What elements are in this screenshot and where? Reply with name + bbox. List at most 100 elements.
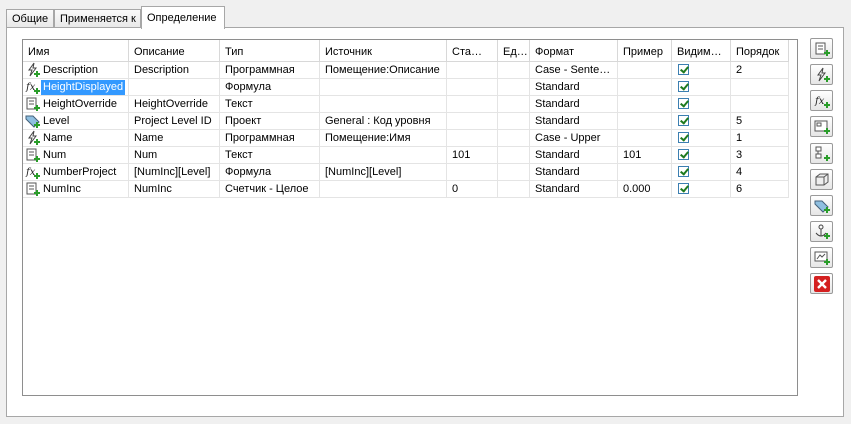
cell-type[interactable]: Счетчик - Целое bbox=[220, 181, 320, 198]
cell-format[interactable]: Standard bbox=[530, 147, 618, 164]
cell-source[interactable]: Помещение:Описание bbox=[320, 62, 447, 79]
delete-property-button[interactable] bbox=[810, 273, 833, 294]
cell-source[interactable] bbox=[320, 181, 447, 198]
cell-format[interactable]: Standard bbox=[530, 96, 618, 113]
cell-description[interactable] bbox=[129, 79, 220, 96]
cell-type[interactable]: Проект bbox=[220, 113, 320, 130]
cell-start[interactable] bbox=[447, 62, 498, 79]
cell-description[interactable]: Num bbox=[129, 147, 220, 164]
cell-order[interactable]: 4 bbox=[731, 164, 789, 181]
cell-name[interactable]: fx NumberProject bbox=[23, 164, 129, 181]
cell-source[interactable] bbox=[320, 96, 447, 113]
table-row[interactable]: Description Description Программная Помещен… bbox=[23, 62, 797, 79]
cell-source[interactable] bbox=[320, 147, 447, 164]
cell-format[interactable]: Standard bbox=[530, 79, 618, 96]
add-manual-property-button[interactable] bbox=[810, 38, 833, 59]
cell-type[interactable]: Текст bbox=[220, 96, 320, 113]
cell-description[interactable]: Name bbox=[129, 130, 220, 147]
cell-description[interactable]: NumInc bbox=[129, 181, 220, 198]
cell-name[interactable]: HeightOverride bbox=[23, 96, 129, 113]
property-name[interactable]: HeightDisplayed bbox=[41, 79, 126, 95]
cell-increment[interactable] bbox=[498, 113, 530, 130]
cell-order[interactable] bbox=[731, 96, 789, 113]
cell-type[interactable]: Программная bbox=[220, 62, 320, 79]
cell-increment[interactable] bbox=[498, 62, 530, 79]
cell-type[interactable]: Текст bbox=[220, 147, 320, 164]
cell-order[interactable]: 6 bbox=[731, 181, 789, 198]
visible-checkbox[interactable] bbox=[678, 166, 689, 177]
property-name[interactable]: Name bbox=[41, 131, 74, 146]
visible-checkbox[interactable] bbox=[678, 81, 689, 92]
table-row[interactable]: NumInc NumInc Счетчик - Целое 0 Standard 0.00… bbox=[23, 181, 797, 198]
cell-source[interactable]: Помещение:Имя bbox=[320, 130, 447, 147]
cell-increment[interactable] bbox=[498, 130, 530, 147]
cell-name[interactable]: NumInc bbox=[23, 181, 129, 198]
cell-name[interactable]: Level bbox=[23, 113, 129, 130]
cell-name[interactable]: Num bbox=[23, 147, 129, 164]
visible-checkbox[interactable] bbox=[678, 183, 689, 194]
cell-example[interactable] bbox=[618, 62, 672, 79]
add-location-property-button[interactable] bbox=[810, 116, 833, 137]
cell-start[interactable] bbox=[447, 164, 498, 181]
cell-increment[interactable] bbox=[498, 96, 530, 113]
cell-order[interactable]: 5 bbox=[731, 113, 789, 130]
add-material-property-button[interactable] bbox=[810, 169, 833, 190]
cell-order[interactable]: 2 bbox=[731, 62, 789, 79]
visible-checkbox[interactable] bbox=[678, 98, 689, 109]
tab-applies-to[interactable]: Применяется к bbox=[54, 9, 141, 28]
table-row[interactable]: Num Num Текст 101 Standard 101 3 bbox=[23, 147, 797, 164]
header-col-start[interactable]: Ста… bbox=[447, 40, 498, 62]
header-col-source[interactable]: Источник bbox=[320, 40, 447, 62]
header-col-name[interactable]: Имя bbox=[23, 40, 129, 62]
property-name[interactable]: NumInc bbox=[41, 182, 83, 197]
cell-increment[interactable] bbox=[498, 181, 530, 198]
visible-checkbox[interactable] bbox=[678, 149, 689, 160]
cell-start[interactable]: 0 bbox=[447, 181, 498, 198]
cell-source[interactable] bbox=[320, 79, 447, 96]
property-name[interactable]: NumberProject bbox=[41, 165, 118, 180]
header-col-visible[interactable]: Видим… bbox=[672, 40, 731, 62]
cell-order[interactable]: 3 bbox=[731, 147, 789, 164]
add-formula-property-button[interactable]: fx bbox=[810, 90, 833, 111]
cell-example[interactable] bbox=[618, 96, 672, 113]
cell-start[interactable] bbox=[447, 79, 498, 96]
cell-example[interactable] bbox=[618, 130, 672, 147]
cell-start[interactable] bbox=[447, 130, 498, 147]
add-project-property-button[interactable] bbox=[810, 195, 833, 216]
header-col-description[interactable]: Описание bbox=[129, 40, 220, 62]
cell-start[interactable]: 101 bbox=[447, 147, 498, 164]
add-classification-property-button[interactable] bbox=[810, 143, 833, 164]
cell-format[interactable]: Standard bbox=[530, 113, 618, 130]
cell-name[interactable]: Name bbox=[23, 130, 129, 147]
property-name[interactable]: HeightOverride bbox=[41, 97, 119, 112]
cell-example[interactable] bbox=[618, 79, 672, 96]
visible-checkbox[interactable] bbox=[678, 132, 689, 143]
cell-type[interactable]: Формула bbox=[220, 79, 320, 96]
table-row[interactable]: Level Project Level ID Проект General : Код… bbox=[23, 113, 797, 130]
add-anchor-property-button[interactable] bbox=[810, 221, 833, 242]
cell-increment[interactable] bbox=[498, 164, 530, 181]
table-row[interactable]: HeightOverride HeightOverride Текст Standar… bbox=[23, 96, 797, 113]
table-row[interactable]: fx NumberProject [NumInc][Level] Формула [Nu… bbox=[23, 164, 797, 181]
header-col-type[interactable]: Тип bbox=[220, 40, 320, 62]
cell-source[interactable]: [NumInc][Level] bbox=[320, 164, 447, 181]
header-col-example[interactable]: Пример bbox=[618, 40, 672, 62]
cell-start[interactable] bbox=[447, 113, 498, 130]
header-col-order[interactable]: Порядок bbox=[731, 40, 789, 62]
tab-definition[interactable]: Определение bbox=[141, 6, 225, 29]
cell-format[interactable]: Case - Sente… bbox=[530, 62, 618, 79]
cell-description[interactable]: [NumInc][Level] bbox=[129, 164, 220, 181]
header-col-increment[interactable]: Ед… bbox=[498, 40, 530, 62]
cell-start[interactable] bbox=[447, 96, 498, 113]
cell-order[interactable] bbox=[731, 79, 789, 96]
cell-order[interactable]: 1 bbox=[731, 130, 789, 147]
header-col-format[interactable]: Формат bbox=[530, 40, 618, 62]
cell-increment[interactable] bbox=[498, 79, 530, 96]
property-name[interactable]: Level bbox=[41, 114, 71, 129]
cell-example[interactable] bbox=[618, 113, 672, 130]
cell-source[interactable]: General : Код уровня bbox=[320, 113, 447, 130]
table-row[interactable]: fx HeightDisplayed Формула Standard bbox=[23, 79, 797, 96]
cell-description[interactable]: HeightOverride bbox=[129, 96, 220, 113]
cell-name[interactable]: Description bbox=[23, 62, 129, 79]
cell-example[interactable]: 101 bbox=[618, 147, 672, 164]
